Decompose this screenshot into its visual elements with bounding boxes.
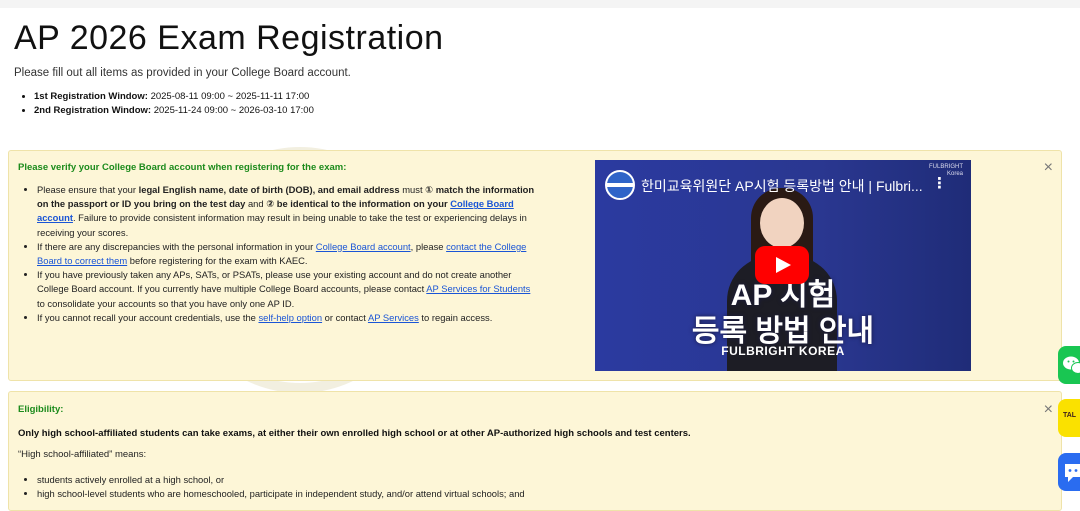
eligibility-notice: Eligibility: × Only high school-affiliat… <box>8 391 1062 511</box>
wechat-icon <box>1058 346 1080 384</box>
self-help-link[interactable]: self-help option <box>258 312 322 323</box>
notice-title: Please verify your College Board account… <box>18 162 346 173</box>
list-item: If there are any discrepancies with the … <box>37 240 537 268</box>
page-title: AP 2026 Exam Registration <box>14 19 444 58</box>
top-strip <box>0 0 1080 8</box>
list-item: If you have previously taken any APs, SA… <box>37 268 537 311</box>
eligibility-statement: Only high school-affiliated students can… <box>18 428 691 439</box>
ap-services-link[interactable]: AP Services <box>368 312 419 323</box>
kakaotalk-icon: TAL <box>1063 412 1076 419</box>
list-item: high school-level students who are homes… <box>37 487 525 501</box>
channel-logo-icon[interactable] <box>605 170 635 200</box>
wechat-button[interactable] <box>1058 346 1080 384</box>
video-caption: FULBRIGHT KOREA <box>595 344 971 358</box>
page-subtitle: Please fill out all items as provided in… <box>14 67 351 79</box>
list-item: Please ensure that your legal English na… <box>37 183 537 240</box>
video-title[interactable]: 한미교육위원단 AP시험 등록방법 안내 | Fulbri... <box>641 176 923 196</box>
eligibility-means: “High school-affiliated” means: <box>18 449 146 460</box>
registration-window-1: 1st Registration Window: 2025-08-11 09:0… <box>34 90 314 104</box>
kakaotalk-button[interactable]: TAL <box>1058 399 1080 437</box>
presenter-face <box>760 198 804 248</box>
video-brand-mark: FULBRIGHTKorea <box>929 164 963 178</box>
close-icon[interactable]: × <box>1044 160 1053 176</box>
play-button-icon[interactable] <box>755 246 809 284</box>
eligibility-title: Eligibility: <box>18 404 63 415</box>
chat-button[interactable] <box>1058 453 1080 491</box>
ap-services-students-link[interactable]: AP Services for Students <box>426 283 530 294</box>
account-verification-notice: Please verify your College Board account… <box>8 150 1062 381</box>
eligibility-list: students actively enrolled at a high sch… <box>19 473 525 501</box>
registration-window-2: 2nd Registration Window: 2025-11-24 09:0… <box>34 104 314 118</box>
close-icon[interactable]: × <box>1044 402 1053 418</box>
notice-list: Please ensure that your legal English na… <box>19 183 537 325</box>
youtube-video-embed[interactable]: 한미교육위원단 AP시험 등록방법 안내 | Fulbri... ⋮ FULBR… <box>595 160 971 371</box>
list-item: students actively enrolled at a high sch… <box>37 473 525 487</box>
list-item: If you cannot recall your account creden… <box>37 311 537 325</box>
registration-windows-list: 1st Registration Window: 2025-08-11 09:0… <box>20 90 314 118</box>
college-board-account-link-2[interactable]: College Board account <box>316 241 411 252</box>
chat-icon <box>1058 453 1080 491</box>
